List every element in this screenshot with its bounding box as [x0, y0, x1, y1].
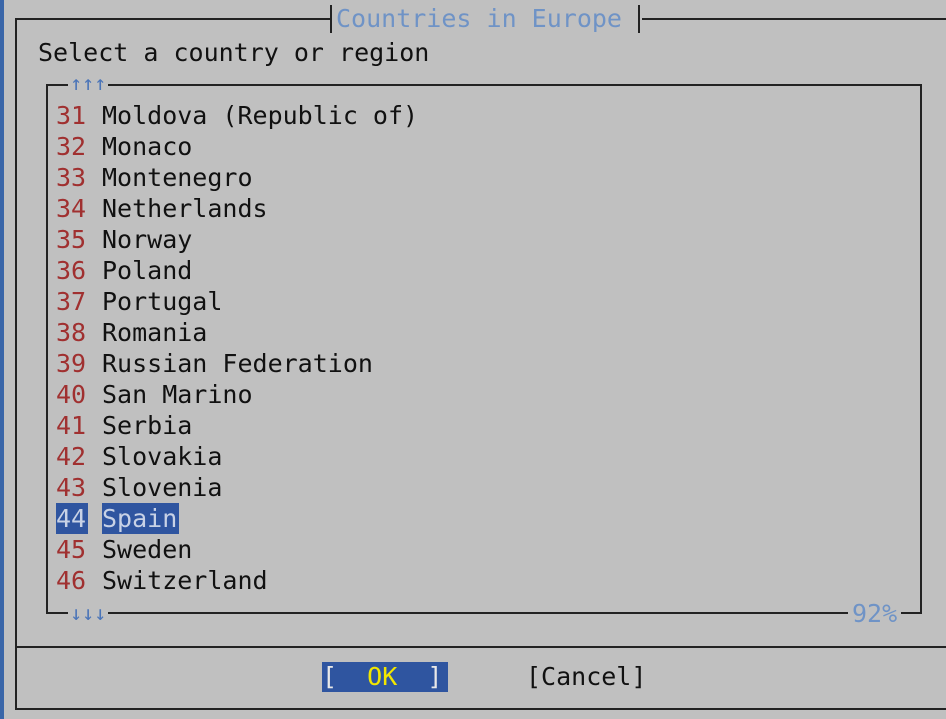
scroll-down-arrows-icon[interactable]: ↓↓↓: [68, 599, 109, 627]
list-item[interactable]: 37 Portugal: [56, 286, 418, 317]
ok-bracket-close: ]: [397, 662, 443, 691]
title-bracket-left: [330, 5, 332, 33]
item-number: 41: [56, 411, 87, 440]
frame-border-top-left: [16, 18, 332, 20]
item-name: Portugal: [102, 287, 223, 316]
item-name: Serbia: [102, 411, 193, 440]
item-number: 35: [56, 225, 87, 254]
list-item[interactable]: 33 Montenegro: [56, 162, 418, 193]
item-number: 39: [56, 349, 87, 378]
list-item[interactable]: 40 San Marino: [56, 379, 418, 410]
item-number: 45: [56, 535, 87, 564]
list-item[interactable]: 39 Russian Federation: [56, 348, 418, 379]
country-list: 31 Moldova (Republic of) 32 Monaco 33 Monte…: [56, 100, 418, 596]
item-name: Monaco: [102, 132, 193, 161]
item-name: Spain: [102, 503, 180, 534]
item-name: Moldova (Republic of): [102, 101, 419, 130]
item-number: 36: [56, 256, 87, 285]
item-number: 38: [56, 318, 87, 347]
scroll-percent: 92%: [848, 600, 902, 628]
list-item[interactable]: 32 Monaco: [56, 131, 418, 162]
item-number: 37: [56, 287, 87, 316]
item-name: Netherlands: [102, 194, 268, 223]
button-separator: [15, 646, 946, 648]
list-item[interactable]: 42 Slovakia: [56, 441, 418, 472]
list-item[interactable]: 43 Slovenia: [56, 472, 418, 503]
item-number: 43: [56, 473, 87, 502]
item-name: Sweden: [102, 535, 193, 564]
ok-bracket-open: [: [322, 662, 368, 691]
item-number: 31: [56, 101, 87, 130]
item-name: San Marino: [102, 380, 253, 409]
list-item[interactable]: 38 Romania: [56, 317, 418, 348]
dialog-title: Countries in Europe: [336, 4, 622, 33]
item-name: Romania: [102, 318, 208, 347]
frame-border-top-right: [642, 18, 946, 20]
frame-border-left: [15, 18, 17, 710]
list-item[interactable]: 35 Norway: [56, 224, 418, 255]
ok-button[interactable]: [ OK ]: [322, 662, 448, 692]
item-name: Montenegro: [102, 163, 253, 192]
dialog-prompt: Select a country or region: [38, 38, 430, 67]
dialog-window: Countries in Europe Select a country or …: [4, 0, 946, 719]
item-number: 42: [56, 442, 87, 471]
list-item[interactable]: 34 Netherlands: [56, 193, 418, 224]
item-number: 33: [56, 163, 87, 192]
list-item[interactable]: 36 Poland: [56, 255, 418, 286]
item-name: Norway: [102, 225, 193, 254]
list-item[interactable]: 31 Moldova (Republic of): [56, 100, 418, 131]
item-number: 32: [56, 132, 87, 161]
title-bracket-right: [638, 5, 640, 33]
item-number: 40: [56, 380, 87, 409]
item-number: 46: [56, 566, 87, 595]
list-item[interactable]: 46 Switzerland: [56, 565, 418, 596]
item-name: Slovenia: [102, 473, 223, 502]
item-name: Switzerland: [102, 566, 268, 595]
scroll-up-arrows-icon[interactable]: ↑↑↑: [68, 69, 109, 97]
cancel-button[interactable]: [Cancel]: [526, 662, 646, 692]
ok-label: OK: [367, 662, 398, 691]
item-name: Poland: [102, 256, 193, 285]
list-item[interactable]: 41 Serbia: [56, 410, 418, 441]
list-item[interactable]: 45 Sweden: [56, 534, 418, 565]
item-number: 34: [56, 194, 87, 223]
frame-border-bottom: [15, 708, 946, 710]
item-number: 44: [56, 503, 88, 534]
list-item-selected[interactable]: 44 Spain: [56, 503, 418, 534]
item-name: Slovakia: [102, 442, 223, 471]
item-name: Russian Federation: [102, 349, 373, 378]
